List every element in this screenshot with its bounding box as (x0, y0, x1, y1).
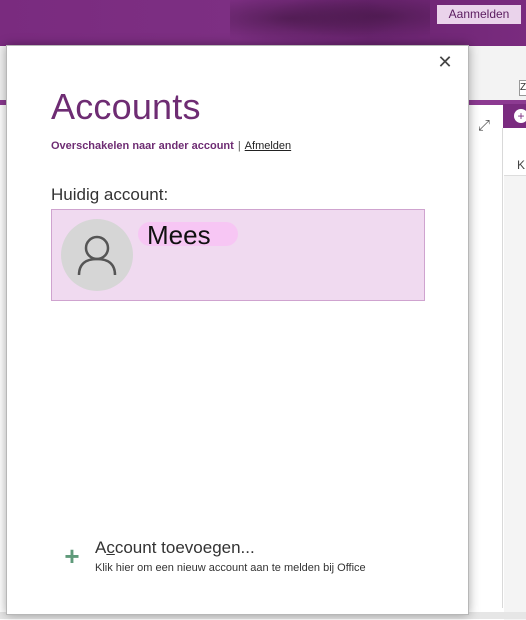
page-list-panel (504, 175, 526, 620)
plus-icon: + (64, 541, 80, 571)
app-title-bar: Aanmelden (0, 0, 526, 46)
dialog-title: Accounts (51, 86, 201, 127)
sign-in-button[interactable]: Aanmelden (437, 5, 521, 24)
page-list-label: K (517, 158, 526, 172)
add-section-icon: + (514, 109, 526, 123)
accounts-dialog: ✕ Accounts Overschakelen naar ander acco… (6, 45, 469, 615)
zoom-field[interactable]: Z (519, 80, 526, 96)
column-divider (502, 128, 503, 608)
add-account-title: Account toevoegen... (95, 538, 255, 557)
account-links: Overschakelen naar ander account | Afmelde… (51, 140, 291, 152)
sign-out-link[interactable]: Afmelden (245, 140, 291, 152)
current-account-card[interactable]: Mees (51, 209, 425, 301)
switch-account-link[interactable]: Overschakelen naar ander account (51, 140, 234, 152)
add-account-description: Klik hier om een nieuw account aan te me… (95, 562, 366, 574)
person-icon (61, 219, 133, 291)
account-name: Mees (147, 220, 211, 250)
link-separator: | (237, 140, 241, 152)
expand-icon[interactable]: ⤢ (478, 117, 490, 134)
add-section-tab[interactable]: + (503, 104, 526, 128)
current-account-label: Huidig account: (51, 185, 169, 204)
header-background-art (230, 0, 430, 46)
close-icon[interactable]: ✕ (436, 53, 454, 71)
